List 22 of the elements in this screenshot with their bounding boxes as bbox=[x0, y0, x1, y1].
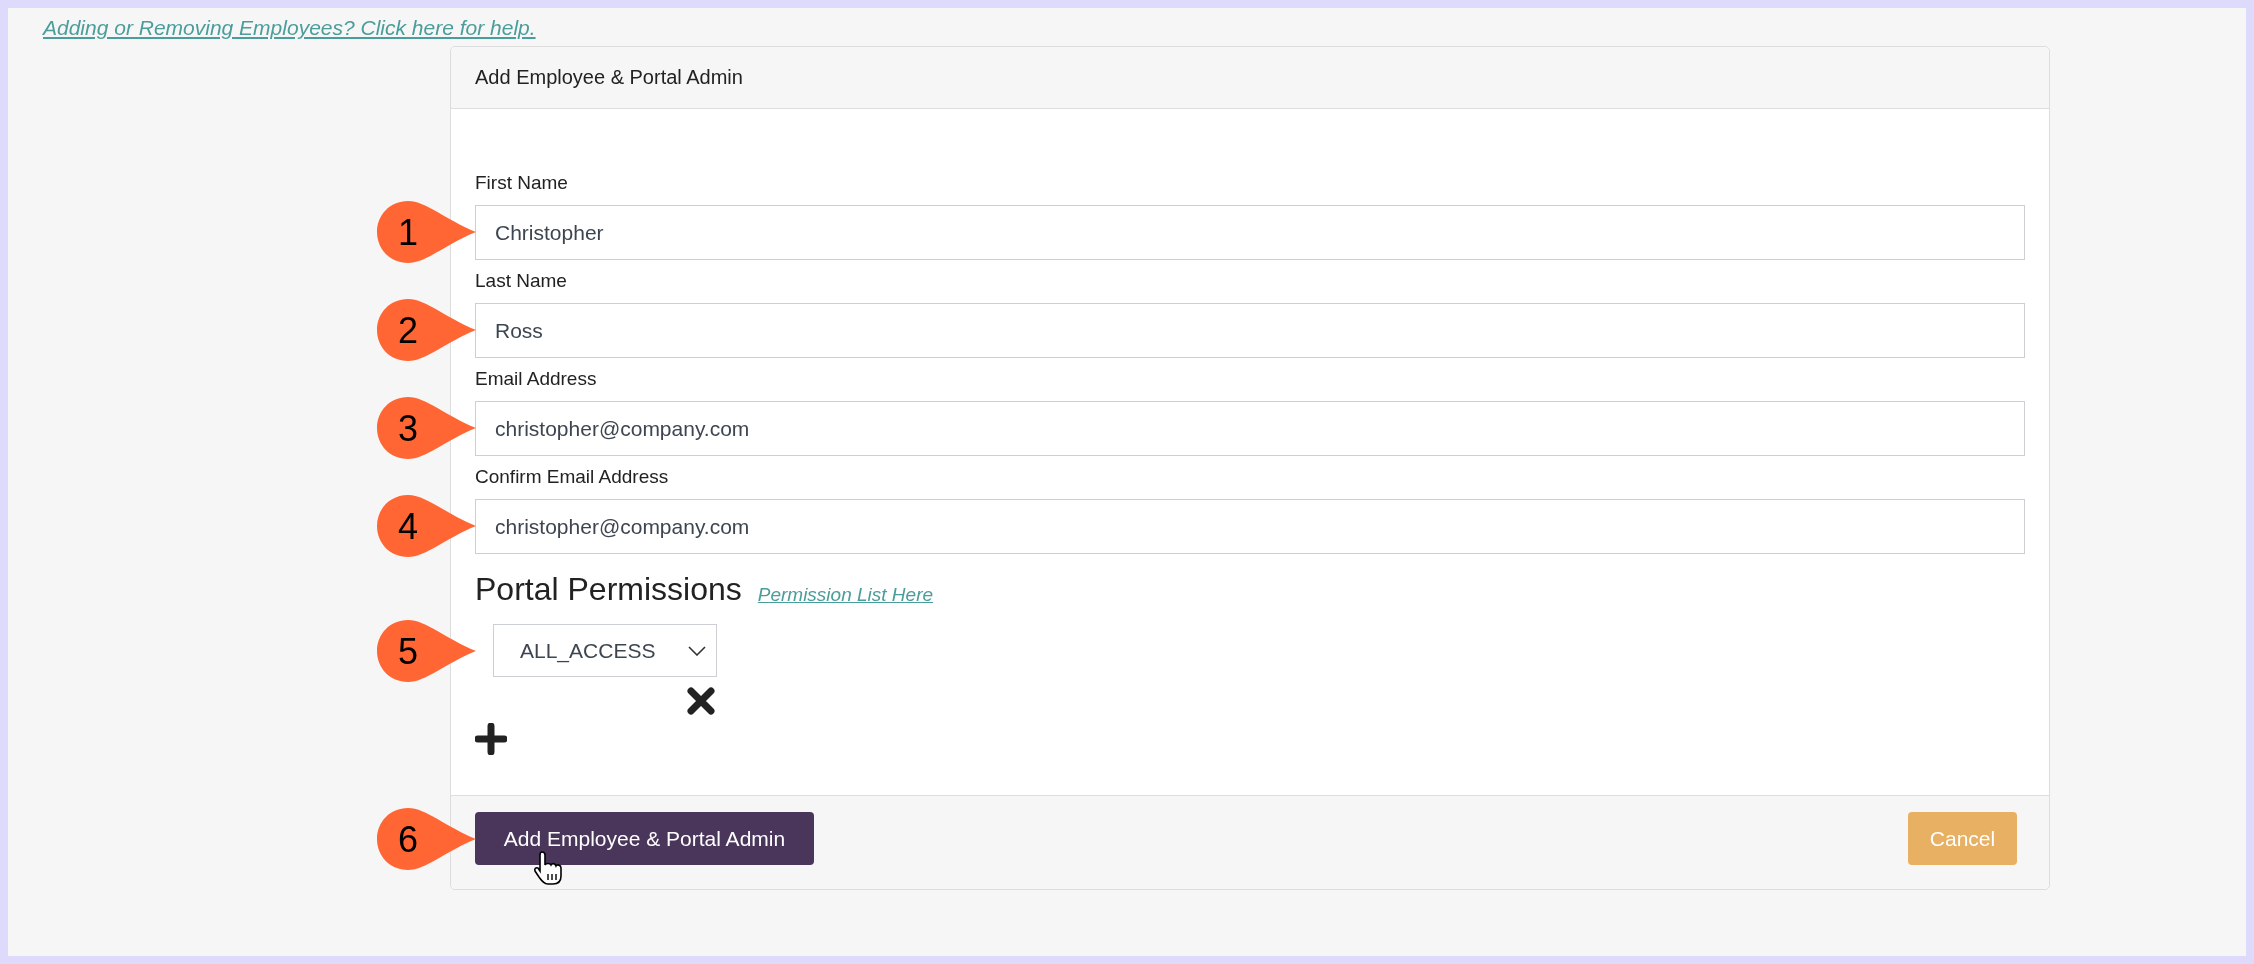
remove-icon[interactable] bbox=[687, 687, 715, 715]
input-field[interactable]: christopher@company.com bbox=[475, 499, 2025, 554]
card-title: Add Employee & Portal Admin bbox=[451, 47, 2049, 109]
step-marker: 6 bbox=[376, 807, 478, 871]
field-label: Confirm Email Address bbox=[475, 465, 670, 488]
submit-button[interactable]: Add Employee & Portal Admin bbox=[475, 812, 814, 865]
input-field[interactable]: christopher@company.com bbox=[475, 401, 2025, 456]
step-marker: 5 bbox=[376, 619, 478, 683]
permission-dropdown[interactable]: ALL_ACCESS bbox=[493, 624, 717, 677]
step-marker: 2 bbox=[376, 298, 478, 362]
field-label: Last Name bbox=[475, 269, 568, 292]
add-icon[interactable] bbox=[475, 723, 507, 755]
input-field[interactable]: Christopher bbox=[475, 205, 2025, 260]
step-marker: 1 bbox=[376, 200, 478, 264]
input-field[interactable]: Ross bbox=[475, 303, 2025, 358]
chevron-down-icon[interactable] bbox=[688, 645, 706, 656]
section-heading: Portal Permissions bbox=[475, 570, 742, 608]
step-marker: 3 bbox=[376, 396, 478, 460]
hand-cursor-icon bbox=[533, 850, 563, 886]
field-label: First Name bbox=[475, 171, 569, 194]
field-label: Email Address bbox=[475, 367, 598, 390]
step-marker: 4 bbox=[376, 494, 478, 558]
